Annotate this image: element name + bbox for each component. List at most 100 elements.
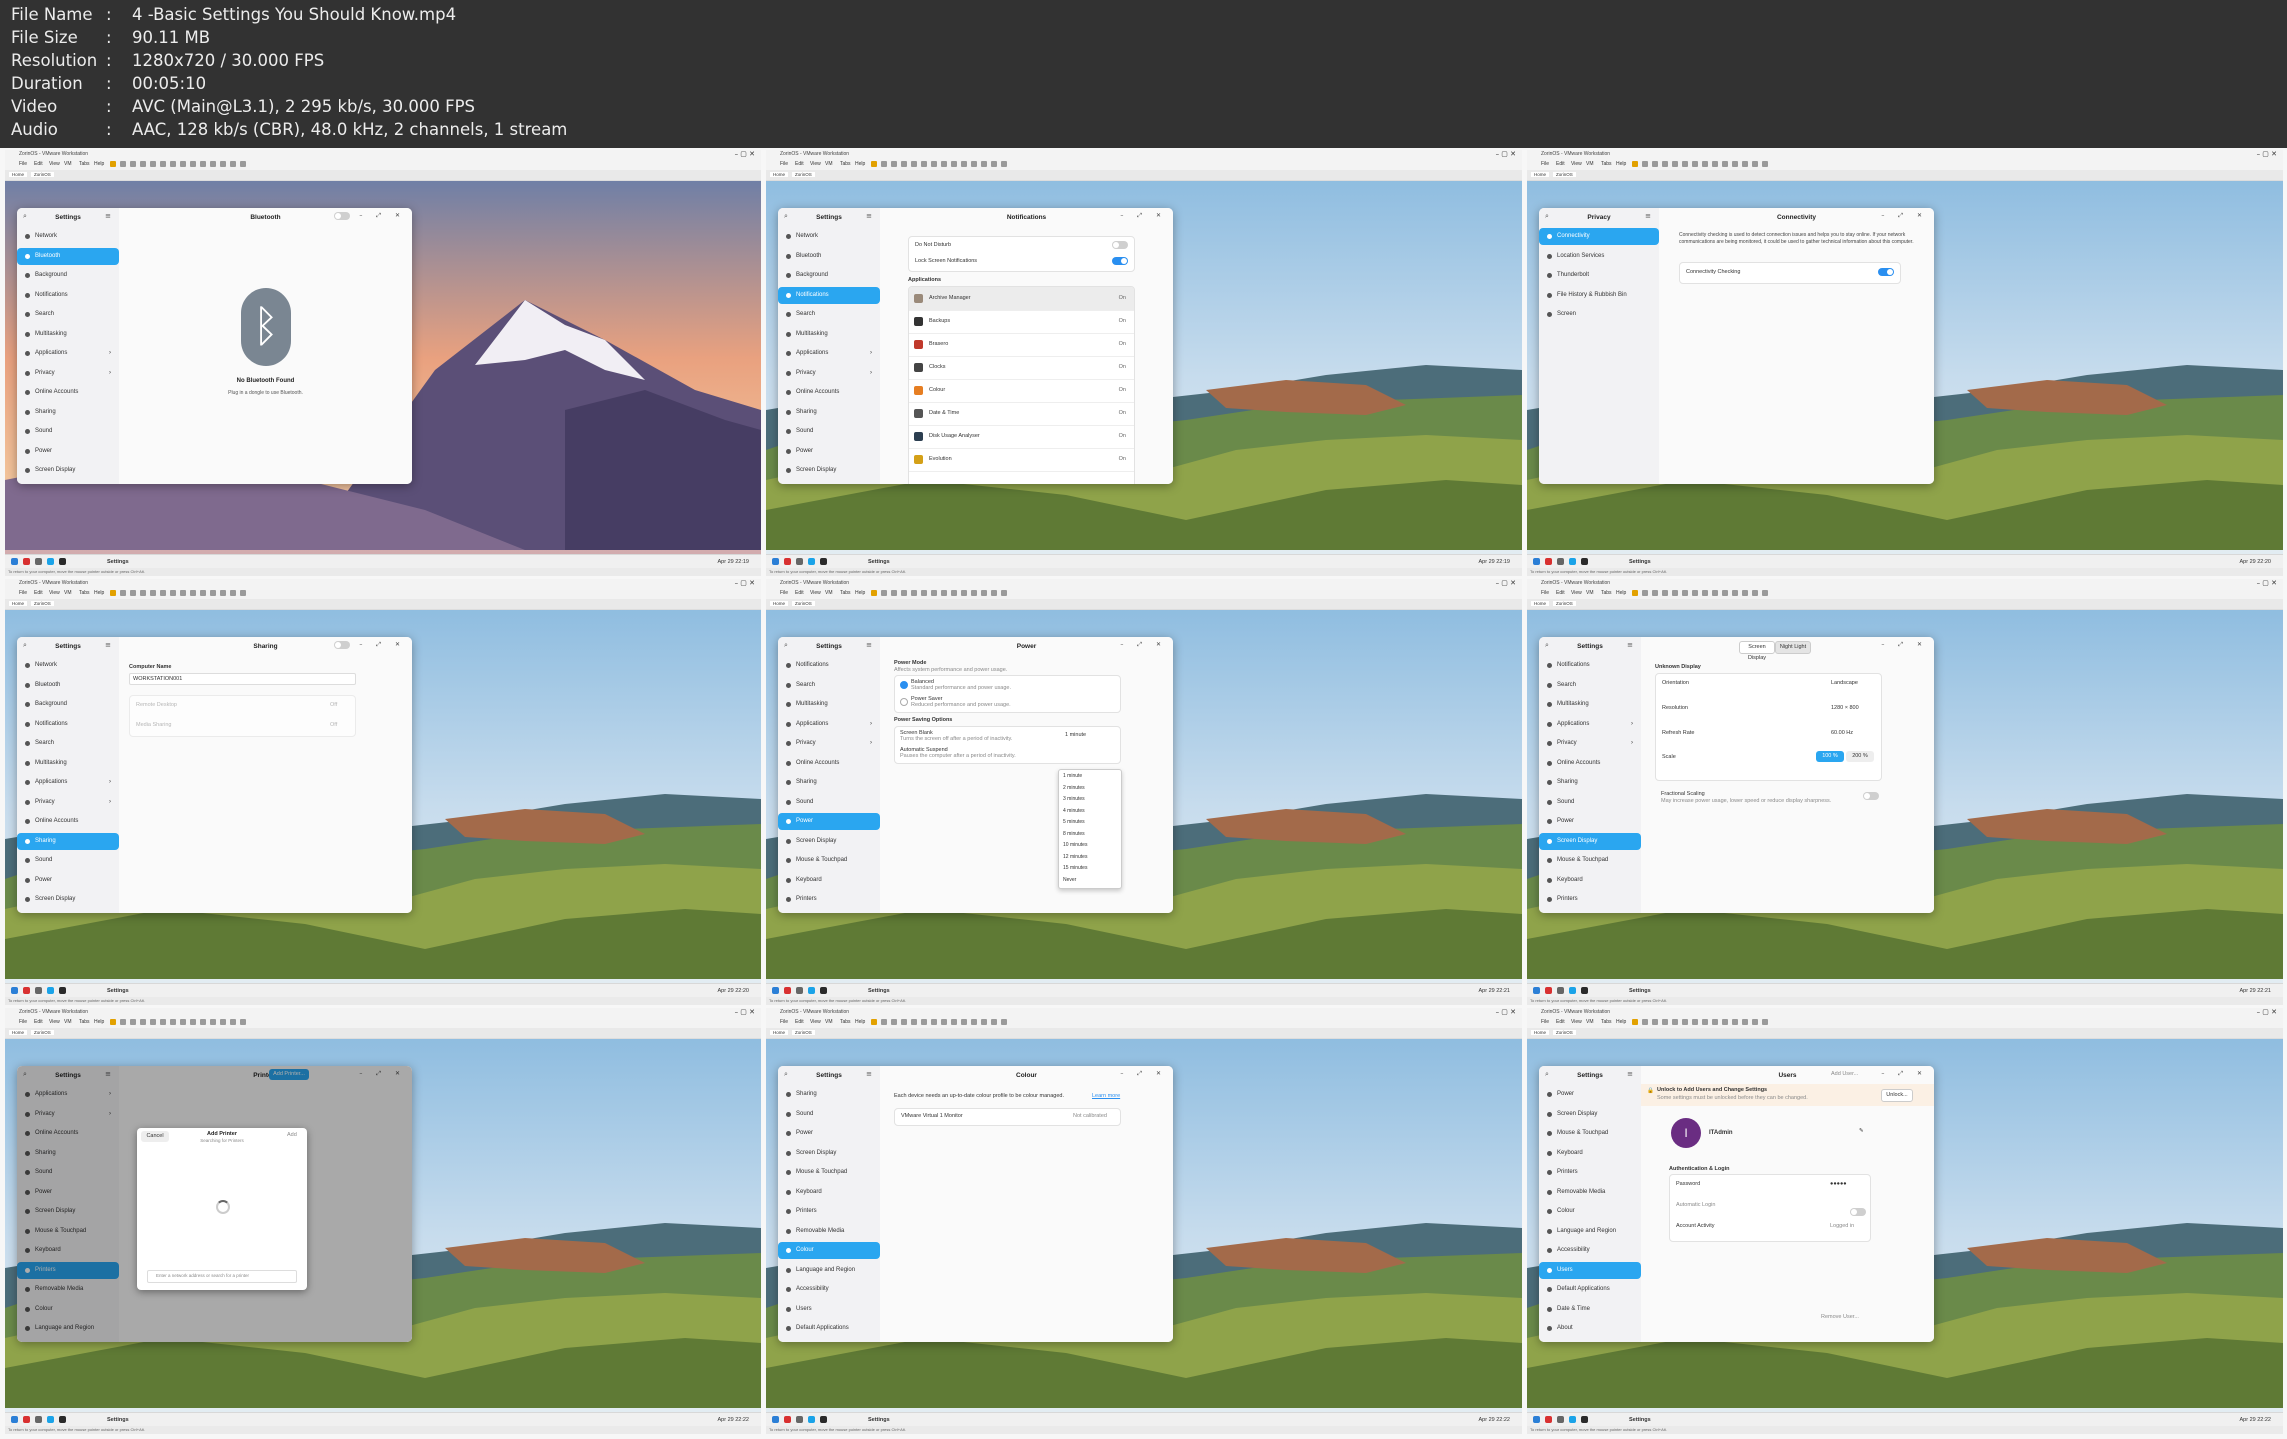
toolbar-icon[interactable] <box>1682 590 1688 596</box>
taskbar-launcher-icon[interactable] <box>784 558 791 565</box>
taskbar-launcher-icon[interactable] <box>808 987 815 994</box>
window-controls[interactable]: – ▢ ✕ <box>1496 579 1516 587</box>
sidebar-item[interactable]: Online Accounts <box>1539 755 1641 772</box>
taskbar-launcher-icon[interactable] <box>1533 987 1540 994</box>
vm-menu-item[interactable]: Help <box>94 590 104 596</box>
toolbar-icon[interactable] <box>951 161 957 167</box>
window-controls[interactable]: – ▢ ✕ <box>735 150 755 158</box>
vm-menu-item[interactable]: View <box>49 590 60 596</box>
toolbar-icon[interactable] <box>1732 1019 1738 1025</box>
taskbar-settings-app[interactable]: Settings <box>868 1417 890 1423</box>
toolbar-icon[interactable] <box>881 590 887 596</box>
sidebar-item[interactable]: Removable Media <box>1539 1184 1641 1201</box>
toolbar-icon[interactable] <box>1662 1019 1668 1025</box>
taskbar-launcher-icon[interactable] <box>35 558 42 565</box>
toolbar-icon[interactable] <box>1672 1019 1678 1025</box>
toolbar-icon[interactable] <box>130 590 136 596</box>
vm-menu-item[interactable]: Help <box>1616 590 1626 596</box>
sidebar-item[interactable]: Sound <box>778 1106 880 1123</box>
taskbar-launcher-icon[interactable] <box>1569 558 1576 565</box>
toolbar-icon[interactable] <box>200 161 206 167</box>
vm-menu-item[interactable]: Help <box>855 1019 865 1025</box>
sidebar-item[interactable]: Colour <box>1539 1203 1641 1220</box>
taskbar-settings-app[interactable]: Settings <box>1629 559 1651 565</box>
sidebar-item[interactable]: Multitasking <box>1539 696 1641 713</box>
taskbar-settings-app[interactable]: Settings <box>868 559 890 565</box>
toolbar-icon[interactable] <box>1742 1019 1748 1025</box>
display-row-value[interactable]: Landscape <box>1831 680 1858 686</box>
vm-menu-item[interactable]: File <box>1541 1019 1549 1025</box>
sidebar-item[interactable]: Sharing <box>17 832 119 850</box>
sidebar-item[interactable]: Sound <box>1539 794 1641 811</box>
toolbar-icon[interactable] <box>1001 161 1007 167</box>
sidebar-item[interactable]: Sound <box>778 423 880 440</box>
vm-menu-item[interactable]: File <box>19 161 27 167</box>
tab-zorinos[interactable]: ZorinOS <box>792 172 815 177</box>
sidebar-item[interactable]: Multitasking <box>778 696 880 713</box>
connectivity-toggle[interactable] <box>1878 268 1894 276</box>
sidebar-item[interactable]: Background <box>17 696 119 713</box>
sidebar-item[interactable]: Sharing <box>778 774 880 791</box>
taskbar-launcher-icon[interactable] <box>784 987 791 994</box>
sidebar-item[interactable]: Online Accounts <box>17 384 119 401</box>
sidebar-item[interactable]: Applications › <box>17 774 119 791</box>
window-buttons[interactable]: – ⤢ ✕ <box>1881 641 1928 649</box>
vm-menu-item[interactable]: Tabs <box>840 590 851 596</box>
window-buttons[interactable]: – ⤢ ✕ <box>1120 1070 1167 1078</box>
auth-row-value[interactable]: ●●●●● <box>1830 1181 1847 1187</box>
sidebar-item[interactable]: Applications › <box>778 345 880 362</box>
toolbar-icon[interactable] <box>1001 590 1007 596</box>
toolbar-icon[interactable] <box>200 1019 206 1025</box>
vm-menu-item[interactable]: View <box>1571 590 1582 596</box>
toolbar-icon[interactable] <box>1692 590 1698 596</box>
taskbar-launcher-icon[interactable] <box>1557 987 1564 994</box>
sidebar-item[interactable]: Network <box>778 228 880 245</box>
toolbar-icon[interactable] <box>881 161 887 167</box>
vm-menu-item[interactable]: Tabs <box>79 161 90 167</box>
sidebar-item[interactable]: Sharing <box>1539 774 1641 791</box>
tab-zorinos[interactable]: ZorinOS <box>31 1030 54 1035</box>
window-buttons[interactable]: – ⤢ ✕ <box>1120 212 1167 220</box>
vm-menu-item[interactable]: Help <box>855 590 865 596</box>
sidebar-item[interactable]: Mouse & Touchpad <box>778 852 880 869</box>
window-controls[interactable]: – ▢ ✕ <box>735 579 755 587</box>
toolbar-icon[interactable] <box>150 590 156 596</box>
sidebar-item[interactable]: Sound <box>17 423 119 440</box>
toolbar-icon[interactable] <box>911 590 917 596</box>
toolbar-icon[interactable] <box>1762 161 1768 167</box>
app-row[interactable]: Colour On <box>909 379 1134 403</box>
display-row-value[interactable]: 1280 × 800 <box>1831 705 1859 711</box>
app-row[interactable]: Date & Time On <box>909 402 1134 426</box>
taskbar-launcher-icon[interactable] <box>35 1416 42 1423</box>
toolbar-icon[interactable] <box>1722 161 1728 167</box>
toolbar-icon[interactable] <box>1642 161 1648 167</box>
taskbar-launcher-icon[interactable] <box>47 1416 54 1423</box>
taskbar-launcher-icon[interactable] <box>1581 558 1588 565</box>
sidebar-item[interactable]: Accessibility <box>778 1281 880 1298</box>
toolbar-icon[interactable] <box>911 161 917 167</box>
toolbar-icon[interactable] <box>901 1019 907 1025</box>
taskbar-clock[interactable]: Apr 29 22:20 <box>2240 559 2272 565</box>
toolbar-icon[interactable] <box>120 161 126 167</box>
vm-menu-item[interactable]: Edit <box>795 1019 804 1025</box>
toolbar-icon[interactable] <box>1632 161 1638 167</box>
toolbar-icon[interactable] <box>1632 590 1638 596</box>
vm-menu-item[interactable]: View <box>49 1019 60 1025</box>
toolbar-icon[interactable] <box>210 590 216 596</box>
vm-menu-item[interactable]: VM <box>825 161 833 167</box>
vm-menu-item[interactable]: View <box>810 161 821 167</box>
display-tab[interactable]: Screen Display <box>1739 641 1775 661</box>
toolbar-icon[interactable] <box>961 161 967 167</box>
toolbar-icon[interactable] <box>160 1019 166 1025</box>
sidebar-item[interactable]: Screen Display <box>778 462 880 479</box>
taskbar-settings-app[interactable]: Settings <box>1629 988 1651 994</box>
toolbar-icon[interactable] <box>1702 1019 1708 1025</box>
vm-menu-item[interactable]: Tabs <box>1601 161 1612 167</box>
sidebar-item[interactable]: Background <box>778 267 880 284</box>
vm-menu-item[interactable]: View <box>49 161 60 167</box>
sharing-row-label[interactable]: Remote Desktop <box>136 702 177 708</box>
sidebar-item[interactable]: Screen Display <box>17 462 119 479</box>
toolbar-icon[interactable] <box>170 590 176 596</box>
power-mode-radio[interactable] <box>900 698 908 706</box>
automatic-login-toggle[interactable] <box>1850 1208 1866 1216</box>
